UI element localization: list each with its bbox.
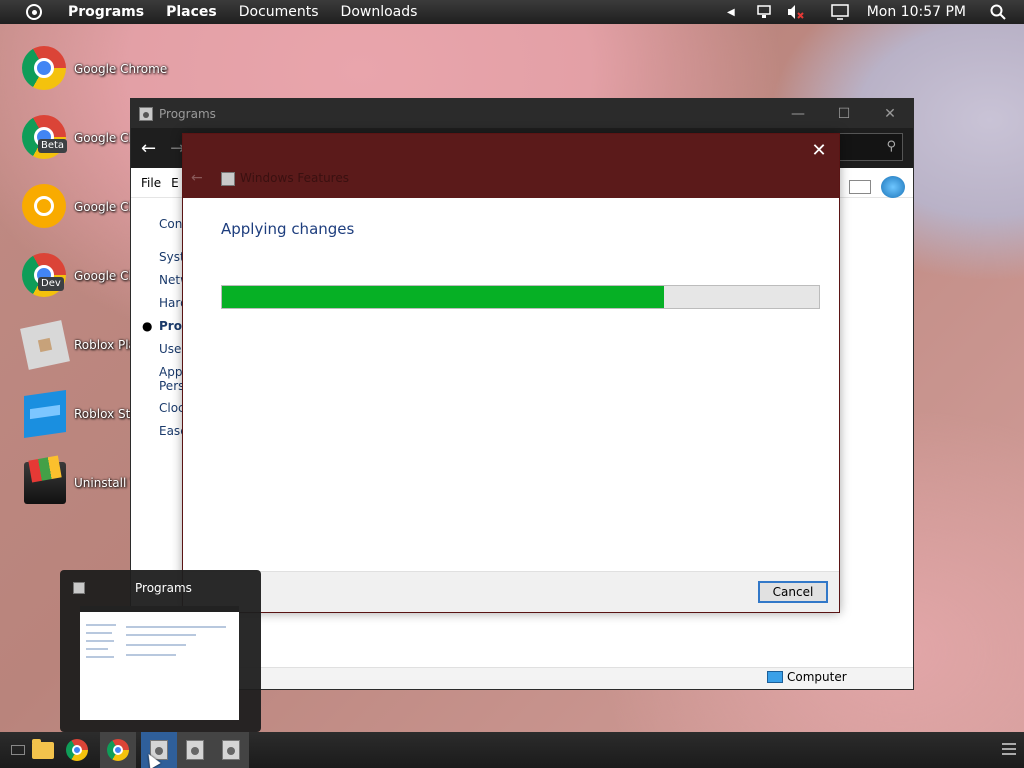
back-arrow-icon: ← [191,170,203,186]
activities-icon[interactable] [22,0,46,24]
arrow-left-icon[interactable]: ◀ [727,7,735,18]
network-icon[interactable] [756,5,773,19]
progress-bar-fill [222,286,664,308]
chrome-beta-icon: Beta [22,115,68,161]
status-heading: Applying changes [221,220,355,238]
desktop-icon-label: Roblox Pla [74,338,136,352]
panel-programs-menu[interactable]: Programs [68,4,144,20]
display-icon[interactable] [830,4,849,20]
preview-thumbnail [80,606,239,720]
desktop-icon-label: Uninstall T [74,476,138,490]
help-globe-icon[interactable] [881,176,905,198]
search-icon[interactable] [990,4,1006,20]
dialog-title: Windows Features [240,171,349,185]
file-manager-icon[interactable] [25,732,61,768]
desktop-icon-label: Google Ch [74,200,137,214]
view-icon[interactable] [849,180,871,194]
programs-search-box[interactable]: ⚲ [833,133,903,161]
chrome-icon [22,46,68,92]
programs-titlebar[interactable]: Programs — ☐ ✕ [131,99,913,128]
minimize-button[interactable]: — [775,106,821,122]
progress-bar [221,285,820,309]
panel-places-menu[interactable]: Places [166,4,217,20]
dialog-header[interactable]: ✕ ← Windows Features [183,134,839,198]
preview-title: Programs [135,581,192,595]
windows-features-icon [221,172,235,186]
cancel-button[interactable]: Cancel [758,581,828,603]
sidebar-item-label: App [159,365,183,379]
control-panel-icon [139,106,153,121]
desktop-icon-label: Google Ch [74,269,137,283]
panel-tray: ◀ Mon 10:57 PM [727,0,1024,24]
roblox-player-icon [20,320,70,370]
control-panel-icon[interactable] [177,732,213,768]
desktop-icon-label: Google Ch [74,131,137,145]
chrome-icon[interactable] [100,732,136,768]
dev-badge: Dev [38,277,64,291]
maximize-button[interactable]: ☐ [821,106,867,122]
selected-bullet-icon: ● [142,319,153,333]
search-icon: ⚲ [886,139,896,154]
close-icon[interactable]: ✕ [807,140,831,164]
desktop-icon-label: Google Chrome [74,62,168,76]
dialog-footer: Cancel [183,571,839,612]
desktop-icon-label: Roblox Stu [74,407,138,421]
computer-icon [767,671,783,683]
programs-window-title: Programs [159,106,216,121]
chrome-canary-icon [22,184,68,230]
menu-file[interactable]: File [141,176,161,190]
volume-muted-icon[interactable] [787,4,805,20]
menu-icon[interactable] [1002,743,1016,755]
sidebar-item-label: Pers [159,379,185,393]
back-arrow-icon[interactable]: ← [141,138,156,159]
control-panel-icon [73,582,85,594]
windows-features-dialog: ✕ ← Windows Features Applying changes Ca… [182,133,840,613]
panel-clock[interactable]: Mon 10:57 PM [867,4,966,20]
desktop-icon-google-chrome[interactable]: Google Chrome [22,46,202,92]
menu-edit[interactable]: E [171,176,179,190]
beta-badge: Beta [38,139,68,153]
status-computer: Computer [767,670,847,684]
panel-documents-link[interactable]: Documents [239,4,319,20]
status-computer-label: Computer [787,670,847,684]
close-button[interactable]: ✕ [867,106,913,122]
top-panel: Programs Places Documents Downloads ◀ Mo… [0,0,1024,24]
chrome-dev-icon: Dev [22,253,68,299]
programs-toolbar-icons [849,176,905,198]
uninstall-tool-icon [22,460,68,506]
control-panel-icon[interactable] [213,732,249,768]
roblox-studio-icon [22,390,68,438]
chrome-icon[interactable] [59,732,95,768]
panel-downloads-link[interactable]: Downloads [341,4,418,20]
taskbar-window-preview[interactable]: Programs [60,570,261,732]
